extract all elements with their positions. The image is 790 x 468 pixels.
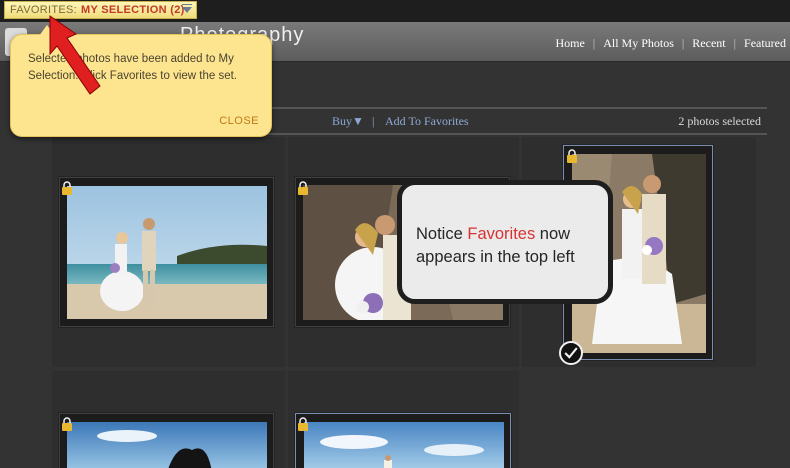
nav-all-my-photos[interactable]: All My Photos xyxy=(603,36,674,50)
lock-icon xyxy=(62,417,72,431)
checkmark-icon[interactable] xyxy=(559,341,583,365)
main-nav: Home | All My Photos | Recent | Featured xyxy=(555,36,786,51)
callout-text-before: Notice xyxy=(416,225,468,243)
callout-text: Notice Favorites now appears in the top … xyxy=(416,223,606,269)
buy-dropdown[interactable]: Buy▼ xyxy=(332,114,364,129)
lock-icon xyxy=(567,149,577,163)
nav-separator: | xyxy=(733,36,737,50)
nav-separator: | xyxy=(681,36,685,50)
toolbar-separator: | xyxy=(372,114,375,128)
chevron-down-icon xyxy=(182,7,192,13)
favorites-bar: FAVORITES: MY SELECTION (2) xyxy=(0,0,790,22)
add-to-favorites-link[interactable]: Add To Favorites xyxy=(385,114,469,129)
photo-image xyxy=(67,186,267,319)
nav-featured[interactable]: Featured xyxy=(744,36,786,50)
lock-icon xyxy=(62,181,72,195)
dropdown-bar-icon xyxy=(182,4,192,5)
photo-image xyxy=(304,422,504,468)
lock-icon xyxy=(298,417,308,431)
photo-image xyxy=(67,422,267,468)
callout-highlight: Favorites xyxy=(467,225,536,243)
nav-home[interactable]: Home xyxy=(555,36,584,50)
nav-recent[interactable]: Recent xyxy=(692,36,725,50)
photo-thumbnail-selected[interactable] xyxy=(295,413,511,468)
lock-icon xyxy=(298,181,308,195)
annotation-arrow-icon xyxy=(49,15,101,95)
tooltip-close-button[interactable]: CLOSE xyxy=(219,115,259,127)
photo-thumbnail[interactable] xyxy=(59,413,274,468)
nav-separator: | xyxy=(592,36,596,50)
annotation-callout: Notice Favorites now appears in the top … xyxy=(397,180,613,304)
photo-thumbnail[interactable] xyxy=(59,177,274,327)
selected-count: 2 photos selected xyxy=(678,114,761,128)
